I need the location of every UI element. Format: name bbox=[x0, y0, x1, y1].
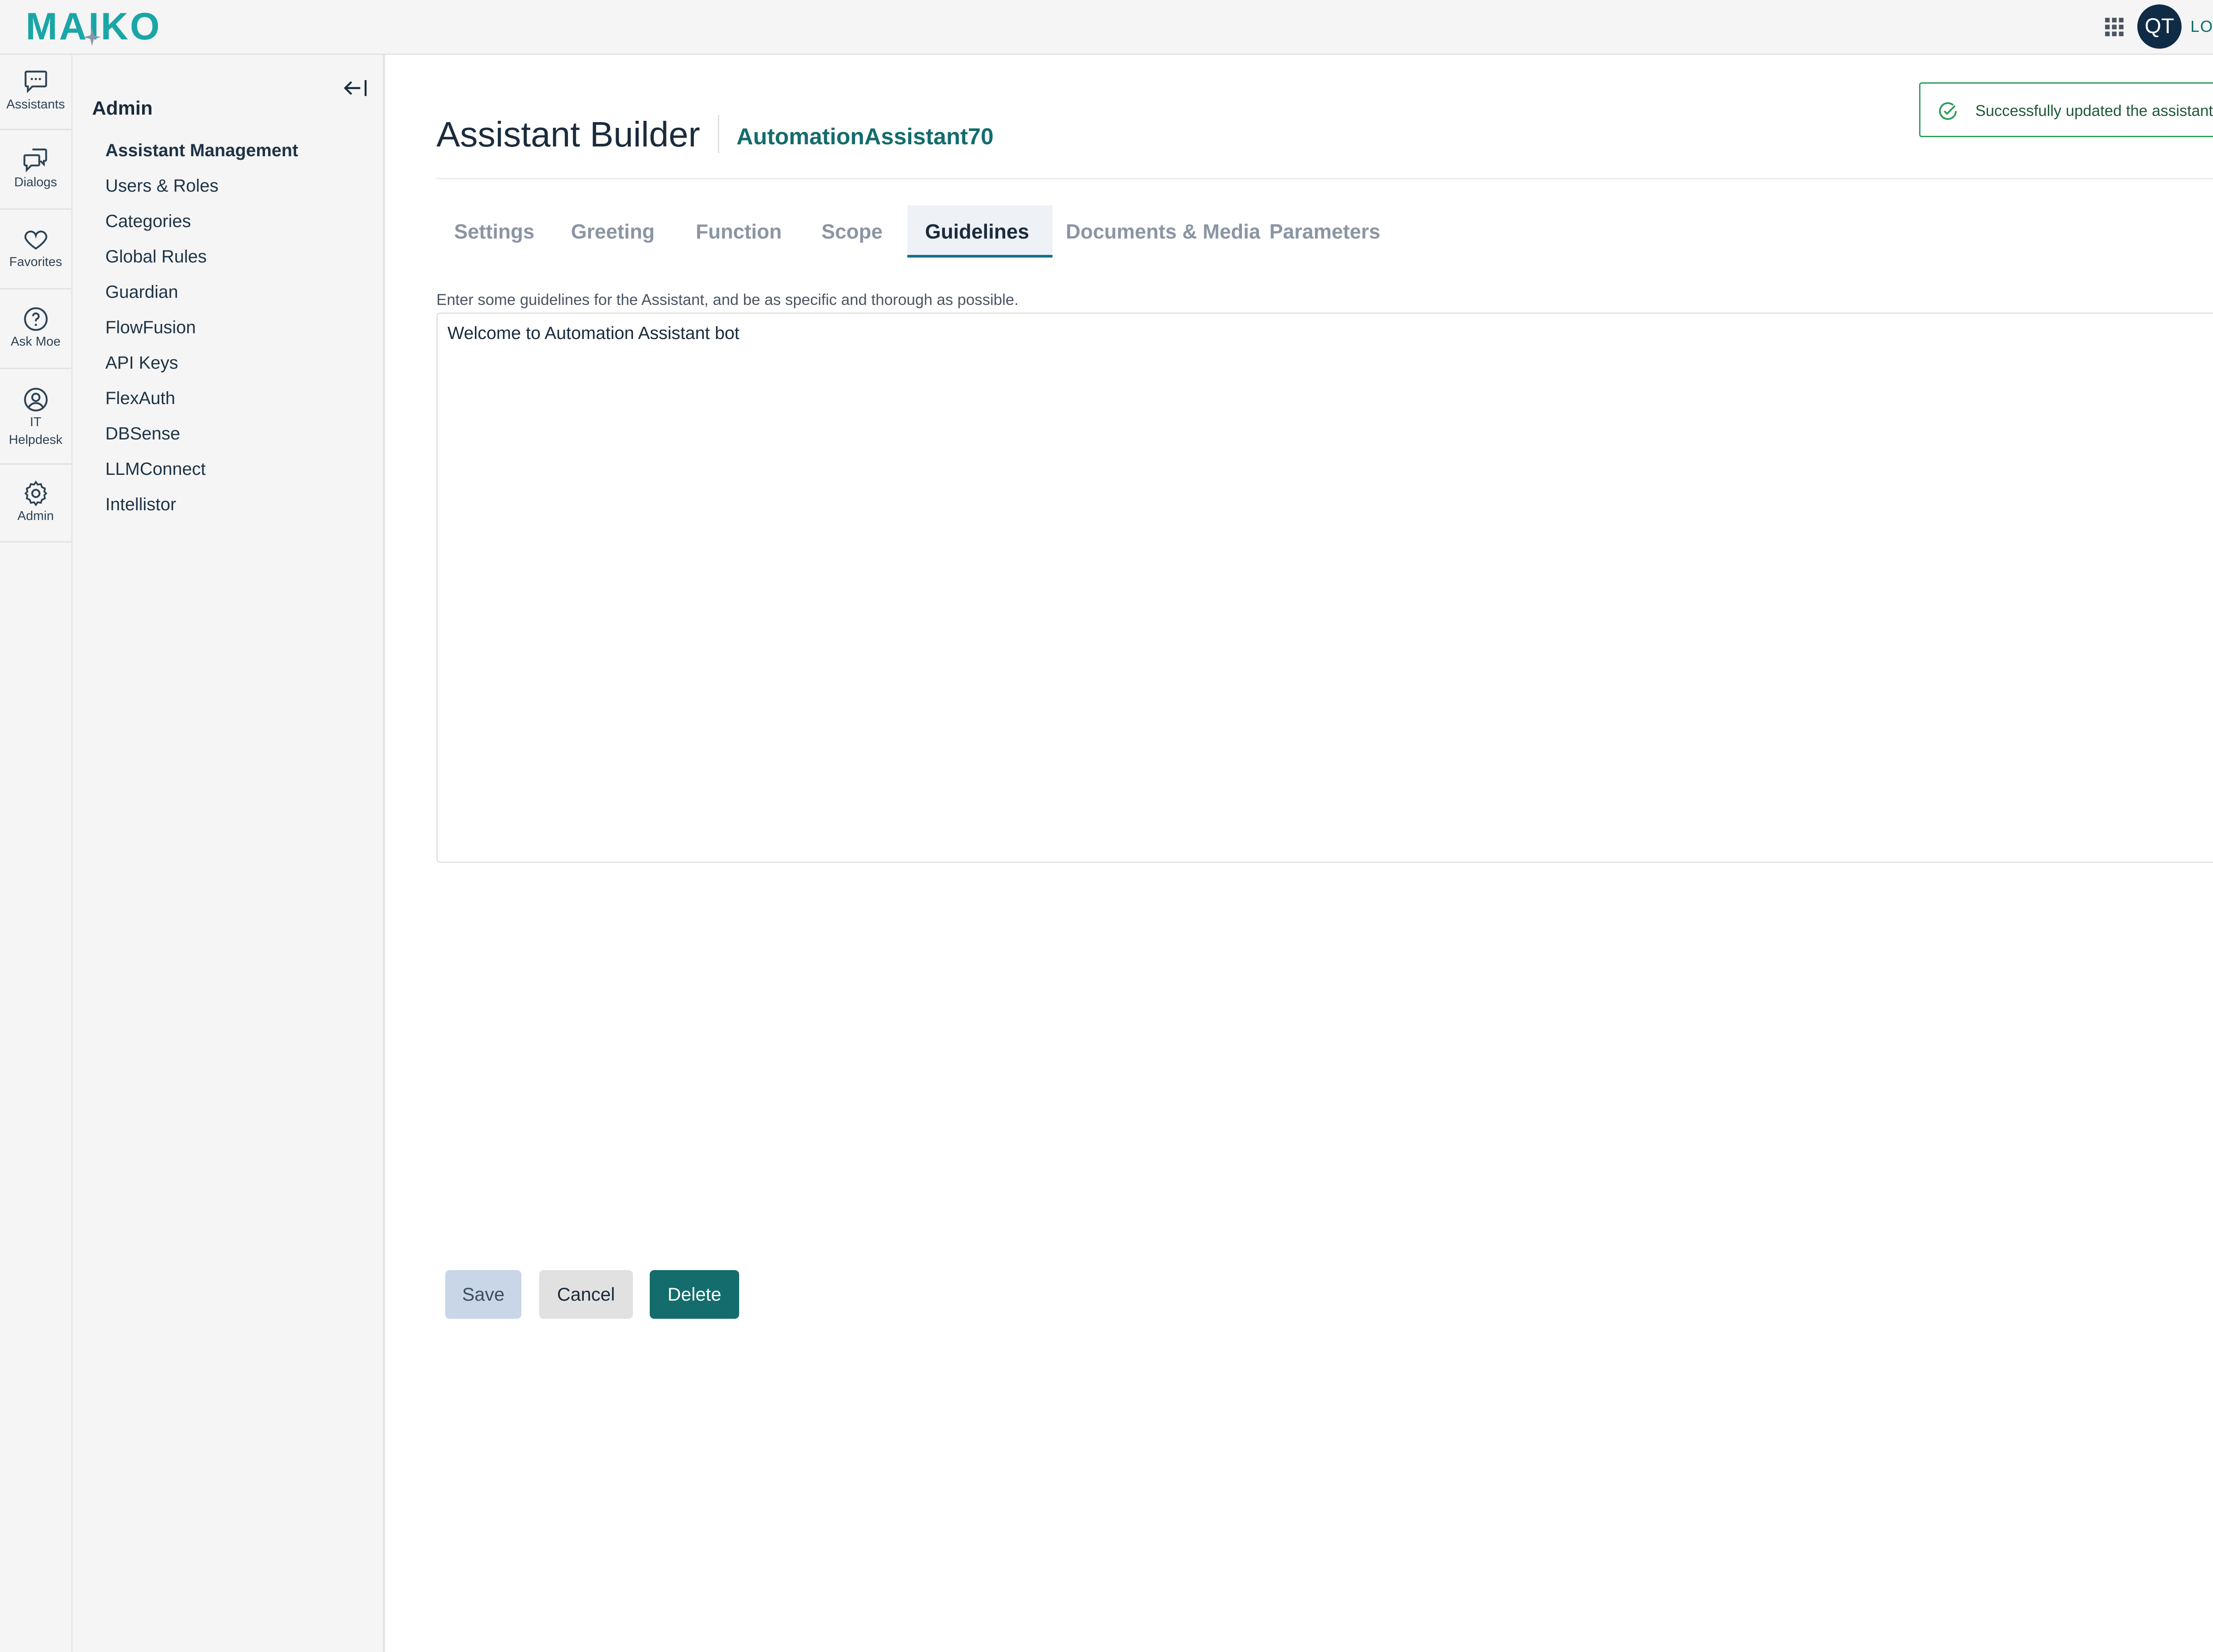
sidebar-title: Admin bbox=[92, 97, 153, 119]
sidebar-item-assistant-management[interactable]: Assistant Management bbox=[105, 133, 298, 168]
user-avatar[interactable]: QT bbox=[2137, 4, 2182, 49]
title-divider bbox=[718, 115, 719, 153]
page-title: Assistant Builder bbox=[436, 115, 700, 154]
gear-icon bbox=[24, 480, 47, 507]
sidebar-item-flowfusion[interactable]: FlowFusion bbox=[105, 310, 298, 345]
sidebar-item-categories[interactable]: Categories bbox=[105, 204, 298, 239]
tab-settings[interactable]: Settings bbox=[436, 205, 552, 258]
toast-message: Successfully updated the assistant. bbox=[1975, 102, 2213, 119]
success-toast: Successfully updated the assistant. bbox=[1919, 82, 2213, 137]
rail-label: Favorites bbox=[9, 255, 62, 269]
rail-label: Admin bbox=[17, 509, 54, 523]
heart-icon bbox=[24, 231, 47, 250]
rail-item-ask-moe[interactable]: Ask Moe bbox=[0, 289, 71, 369]
icon-rail: Assistants Dialogs Favorites Ask Moe IT … bbox=[0, 55, 73, 1652]
admin-sidebar: Admin Assistant Management Users & Roles… bbox=[73, 55, 385, 1652]
rail-item-favorites[interactable]: Favorites bbox=[0, 210, 71, 289]
tab-function[interactable]: Function bbox=[678, 205, 799, 258]
app-root: MAIKO QT LOGOUT Assistants bbox=[0, 0, 2213, 1652]
rail-label-line1: IT bbox=[30, 415, 42, 429]
logo-star-icon bbox=[83, 28, 101, 46]
tab-documents-media[interactable]: Documents & Media bbox=[1048, 205, 1278, 258]
rail-label: Dialogs bbox=[14, 175, 57, 189]
rail-label: Ask Moe bbox=[11, 335, 61, 349]
save-button[interactable]: Save bbox=[445, 1270, 521, 1319]
maiko-logo[interactable]: MAIKO bbox=[26, 6, 162, 47]
top-bar: MAIKO QT LOGOUT bbox=[0, 0, 2213, 55]
tab-greeting[interactable]: Greeting bbox=[553, 205, 672, 258]
cancel-button[interactable]: Cancel bbox=[539, 1270, 633, 1319]
sidebar-item-api-keys[interactable]: API Keys bbox=[105, 345, 298, 381]
tab-scope[interactable]: Scope bbox=[804, 205, 900, 258]
rail-item-admin[interactable]: Admin bbox=[0, 465, 71, 543]
grid-icon[interactable] bbox=[2103, 16, 2125, 38]
rail-label-line2: Helpdesk bbox=[9, 433, 62, 447]
check-circle-icon bbox=[1939, 102, 1957, 120]
question-circle-icon bbox=[23, 307, 48, 331]
sidebar-item-llmconnect[interactable]: LLMConnect bbox=[105, 451, 298, 487]
main-content: Assistant Builder AutomationAssistant70 … bbox=[385, 55, 2213, 1652]
dialogs-icon bbox=[23, 148, 47, 173]
guidelines-instructions: Enter some guidelines for the Assistant,… bbox=[436, 291, 1019, 308]
sidebar-item-dbsense[interactable]: DBSense bbox=[105, 416, 298, 451]
delete-button[interactable]: Delete bbox=[650, 1270, 739, 1319]
rail-item-it-helpdesk[interactable]: IT Helpdesk bbox=[0, 369, 71, 465]
sidebar-menu: Assistant Management Users & Roles Categ… bbox=[105, 133, 298, 522]
sidebar-item-global-rules[interactable]: Global Rules bbox=[105, 239, 298, 274]
assistant-name: AutomationAssistant70 bbox=[736, 124, 994, 150]
collapse-left-icon[interactable] bbox=[343, 77, 369, 99]
guidelines-textarea[interactable]: Welcome to Automation Assistant bot bbox=[436, 312, 2213, 863]
sidebar-item-flexauth[interactable]: FlexAuth bbox=[105, 381, 298, 416]
sidebar-item-intellistor[interactable]: Intellistor bbox=[105, 487, 298, 522]
rail-item-assistants[interactable]: Assistants bbox=[0, 55, 71, 130]
rail-item-dialogs[interactable]: Dialogs bbox=[0, 130, 71, 210]
sidebar-item-users-roles[interactable]: Users & Roles bbox=[105, 168, 298, 204]
tab-guidelines[interactable]: Guidelines bbox=[907, 205, 1053, 258]
header-divider bbox=[436, 178, 2213, 179]
chat-bubble-icon bbox=[24, 70, 47, 93]
rail-label: Assistants bbox=[6, 97, 65, 112]
user-circle-icon bbox=[23, 388, 48, 412]
sidebar-item-guardian[interactable]: Guardian bbox=[105, 274, 298, 310]
tab-parameters[interactable]: Parameters bbox=[1252, 205, 1398, 258]
logout-link[interactable]: LOGOUT bbox=[2190, 17, 2213, 36]
